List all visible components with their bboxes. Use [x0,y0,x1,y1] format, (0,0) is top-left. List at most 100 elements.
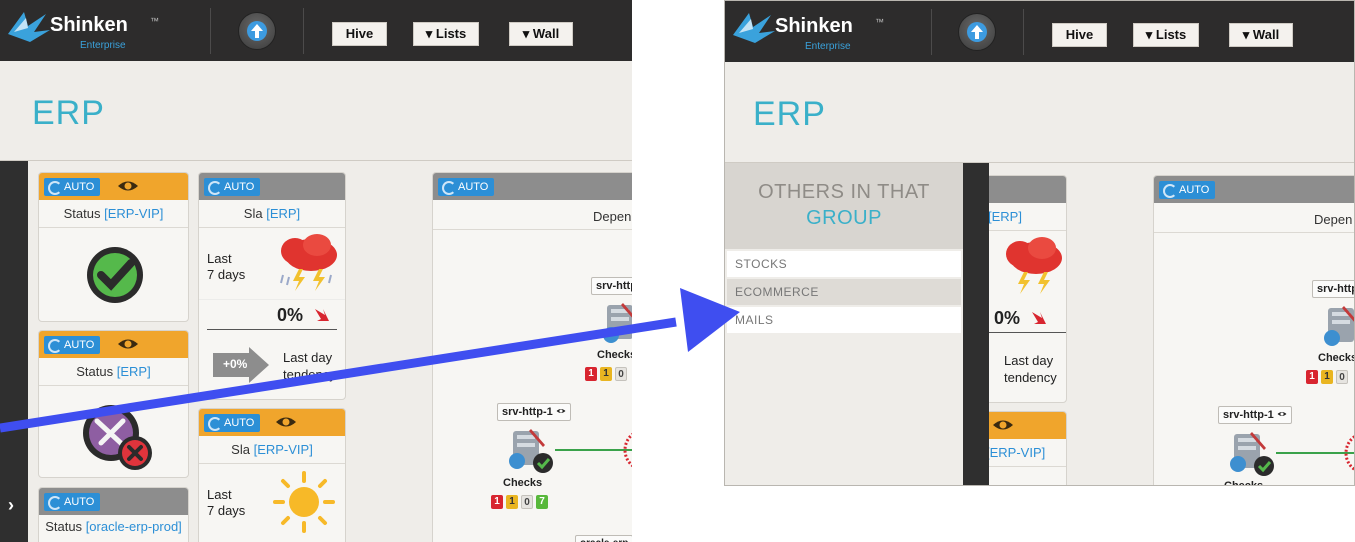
widget-title-link[interactable]: [oracle-erp-prod] [86,519,182,534]
widget-divider [39,227,188,228]
nav-lists-button[interactable]: ▾ Lists [1133,23,1199,47]
server-icon[interactable] [1322,302,1355,348]
server-label-srv-http-1[interactable]: srv-http-1 [1218,406,1292,424]
widget-divider [39,385,188,386]
scroll-up-button[interactable] [958,13,996,51]
widget-title-link[interactable]: [ERP] [117,364,151,379]
dependencies-title: Depen [593,209,632,224]
shinken-logo[interactable]: Shinken ™ Enterprise [731,9,921,57]
chevron-right-icon[interactable]: › [8,495,14,516]
widget-title-link[interactable]: [ERP-VIP] [986,445,1045,460]
screenshot-after: Shinken ™ Enterprise Hive ▾ Lists ▾ Wall… [724,0,1355,486]
others-panel-title: OTHERS IN THAT [758,181,930,203]
side-panel-toggle-bar[interactable]: › [0,161,28,542]
logo-subtitle: Enterprise [805,41,851,52]
server-label-srv-http-1[interactable]: srv-http-1 [497,403,571,421]
widget-title-prefix: Sla [243,206,263,221]
sla-period-line: 7 days [207,503,246,518]
eye-icon[interactable] [992,416,1014,434]
server-name: srv-http-1 [502,406,553,418]
shinken-logo[interactable]: Shinken ™ Enterprise [6,8,196,56]
check-count-warning[interactable]: 1 [1321,370,1333,384]
widget-header: AUTO [433,173,632,200]
sla-period-line: 7 days [207,267,246,282]
others-in-group-panel: OTHERS IN THAT GROUP STOCKS ECOMMERCE MA… [725,163,963,485]
nav-hive-button[interactable]: Hive [332,22,387,46]
group-item-ecommerce[interactable]: ECOMMERCE [727,279,961,305]
widget-divider [199,227,345,228]
side-panel-toggle-bar[interactable] [963,163,989,485]
logo-trademark: ™ [875,17,884,27]
check-count-unknown[interactable]: 0 [1336,370,1348,384]
server-icon[interactable] [601,299,632,345]
logo-text: Shinken [775,15,853,37]
server-label-srv-http[interactable]: srv-http [1312,280,1354,298]
nav-wall-button[interactable]: ▾ Wall [509,22,573,46]
widget-divider [433,229,632,230]
scroll-up-button[interactable] [238,12,276,50]
check-count-unknown[interactable]: 0 [521,495,533,509]
auto-refresh-button[interactable]: AUTO [44,336,101,354]
server-ok-icon[interactable] [1226,428,1276,478]
widget-title-link[interactable]: [ERP] [266,206,300,221]
check-count-warning[interactable]: 1 [600,367,612,381]
eye-icon[interactable] [117,177,139,195]
tendency-label: Last day tendency [1004,352,1057,386]
tendency-label-line: tendency [1004,370,1057,385]
widget-title-prefix: Status [76,364,114,379]
checks-label: Checks [503,477,543,489]
check-count-critical[interactable]: 1 [585,367,597,381]
page-title: ERP [32,94,105,132]
server-label-oracle-erp[interactable]: oracle-erp [575,535,632,542]
auto-refresh-button[interactable]: AUTO [438,178,495,196]
dependency-link [1276,452,1354,454]
check-count-ok[interactable]: 7 [536,495,548,509]
nav-hive-button[interactable]: Hive [1052,23,1107,47]
nav-wall-button[interactable]: ▾ Wall [1229,23,1293,47]
storm-weather-icon [1006,237,1062,294]
eye-icon[interactable] [556,407,566,415]
sla-divider [199,299,345,300]
auto-refresh-button[interactable]: AUTO [44,493,101,511]
trend-down-icon [315,309,329,321]
widget-title-link[interactable]: [ERP] [988,209,1022,224]
group-item-stocks[interactable]: STOCKS [727,251,961,277]
others-panel-header: OTHERS IN THAT GROUP [725,163,963,249]
widget-header: AUTO [199,173,345,200]
top-navbar: Shinken ™ Enterprise Hive ▾ Lists ▾ Wall [725,1,1354,62]
sla-percent: 0% [994,308,1021,328]
status-maintenance-critical-icon [83,405,152,470]
tendency-label-line: tendency [283,367,336,382]
page-title: ERP [753,95,826,133]
tendency-value: +0% [223,357,248,371]
check-count-critical[interactable]: 1 [491,495,503,509]
navbar-separator [931,9,932,55]
auto-refresh-button[interactable]: AUTO [204,414,261,432]
tendency-label-line: Last day [1004,353,1054,368]
status-critical-icon [623,432,632,468]
check-count-critical[interactable]: 1 [1306,370,1318,384]
widget-header: AUTO [39,331,188,358]
auto-refresh-button[interactable]: AUTO [44,178,101,196]
server-label-srv-http[interactable]: srv-http [591,277,632,295]
widget-divider [199,463,345,464]
widget-title-link[interactable]: [ERP-VIP] [104,206,163,221]
nav-lists-button[interactable]: ▾ Lists [413,22,479,46]
auto-refresh-button[interactable]: AUTO [1159,181,1216,199]
eye-icon[interactable] [275,413,297,431]
auto-refresh-button[interactable]: AUTO [204,178,261,196]
group-item-mails[interactable]: MAILS [727,307,961,333]
widget-title-prefix: Status [63,206,101,221]
shinken-bird-icon [733,13,775,43]
server-name: srv-http-1 [1223,409,1274,421]
check-count-warning[interactable]: 1 [506,495,518,509]
eye-icon[interactable] [1277,410,1287,418]
arrow-up-icon [251,24,263,38]
widget-header: AUTO [39,488,188,515]
widget-title-link[interactable]: [ERP-VIP] [254,442,313,457]
check-count-unknown[interactable]: 0 [615,367,627,381]
status-ok-icon [87,247,143,303]
server-ok-icon[interactable] [505,425,555,475]
others-panel-group: GROUP [806,207,882,229]
eye-icon[interactable] [117,335,139,353]
